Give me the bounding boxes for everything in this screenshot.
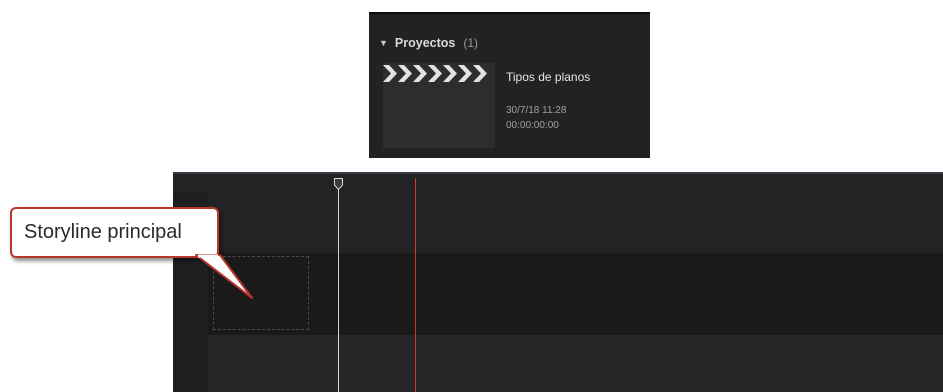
timeline-ruler-edge (173, 172, 943, 174)
screenshot-stage: ▼ Proyectos (1) Tipos de planos 30/7/18 … (0, 0, 943, 392)
playhead-line[interactable] (338, 186, 339, 392)
disclosure-triangle-icon[interactable]: ▼ (379, 38, 388, 48)
projects-section-title: Proyectos (394, 36, 456, 50)
project-thumbnail[interactable] (383, 63, 495, 148)
clapperboard-icon (383, 63, 495, 84)
project-duration: 00:00:00:00 (506, 120, 559, 131)
playhead-icon[interactable] (334, 178, 343, 190)
storyline-callout: Storyline principal (10, 207, 219, 258)
project-date: 30/7/18 11:28 (506, 105, 567, 116)
panel-top-divider (369, 12, 650, 14)
projects-section-header[interactable]: ▼ Proyectos (1) (379, 35, 478, 51)
projects-section-count: (1) (463, 36, 479, 50)
callout-label: Storyline principal (24, 221, 182, 243)
primary-storyline-band[interactable] (208, 253, 943, 335)
project-name[interactable]: Tipos de planos (506, 70, 590, 84)
timeline-area[interactable] (173, 172, 943, 392)
timeline-lower-band[interactable] (208, 335, 943, 392)
projects-browser-panel: ▼ Proyectos (1) Tipos de planos 30/7/18 … (369, 12, 650, 158)
storyline-placeholder[interactable] (213, 256, 309, 330)
skimmer-line (415, 178, 416, 392)
